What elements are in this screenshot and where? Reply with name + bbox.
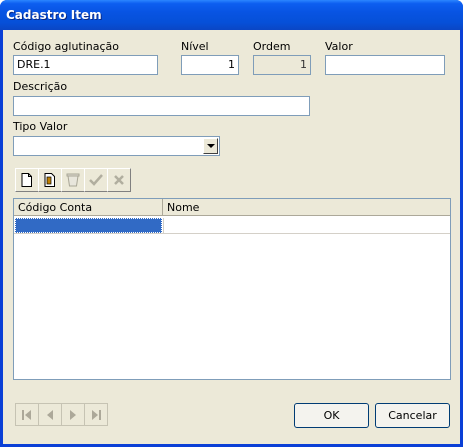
confirm-check-icon	[89, 174, 103, 186]
column-header-codigo-conta[interactable]: Código Conta	[14, 199, 163, 216]
window-title: Cadastro Item	[6, 8, 102, 22]
chevron-down-icon[interactable]	[203, 138, 218, 154]
last-record-button[interactable]	[84, 403, 108, 426]
next-record-button[interactable]	[61, 403, 85, 426]
descricao-field[interactable]	[13, 96, 310, 116]
edit-document-icon	[44, 173, 55, 187]
cancel-button[interactable]: Cancelar	[375, 403, 450, 428]
cell-nome[interactable]	[163, 218, 449, 233]
valor-label: Valor	[325, 40, 353, 53]
valor-field[interactable]	[325, 55, 445, 75]
prior-record-icon	[47, 410, 53, 420]
delete-icon	[66, 173, 80, 187]
new-button[interactable]	[15, 168, 39, 192]
cell-codigo-conta[interactable]	[15, 218, 162, 233]
edit-button[interactable]	[38, 168, 62, 192]
codigo-aglutinacao-field[interactable]: DRE.1	[13, 55, 158, 75]
nivel-label: Nível	[181, 40, 209, 53]
table-row[interactable]	[14, 217, 450, 234]
new-document-icon	[21, 173, 32, 187]
prior-record-button[interactable]	[38, 403, 62, 426]
ordem-label: Ordem	[253, 40, 291, 53]
first-record-icon	[22, 410, 31, 420]
confirm-button[interactable]	[84, 168, 108, 192]
nivel-field[interactable]: 1	[181, 55, 239, 75]
grid-header: Código Conta Nome	[14, 199, 450, 216]
cancel-edit-button[interactable]	[107, 168, 131, 192]
descricao-label: Descrição	[13, 80, 68, 93]
column-header-nome[interactable]: Nome	[163, 199, 450, 216]
codigo-aglutinacao-label: Código aglutinação	[13, 40, 120, 53]
cancel-x-icon	[114, 175, 124, 185]
items-grid[interactable]: Código Conta Nome	[13, 198, 451, 380]
delete-button[interactable]	[61, 168, 85, 192]
dialog-window: Cadastro Item Código aglutinação Nível O…	[0, 0, 463, 447]
tipo-valor-select[interactable]	[13, 136, 220, 156]
dialog-client-area: Código aglutinação Nível Ordem Valor DRE…	[3, 30, 460, 444]
next-record-icon	[70, 410, 76, 420]
last-record-icon	[92, 410, 101, 420]
first-record-button[interactable]	[15, 403, 39, 426]
ok-button[interactable]: OK	[294, 403, 369, 428]
ordem-field: 1	[253, 55, 311, 75]
tipo-valor-label: Tipo Valor	[13, 120, 68, 133]
title-bar[interactable]: Cadastro Item	[0, 0, 463, 30]
